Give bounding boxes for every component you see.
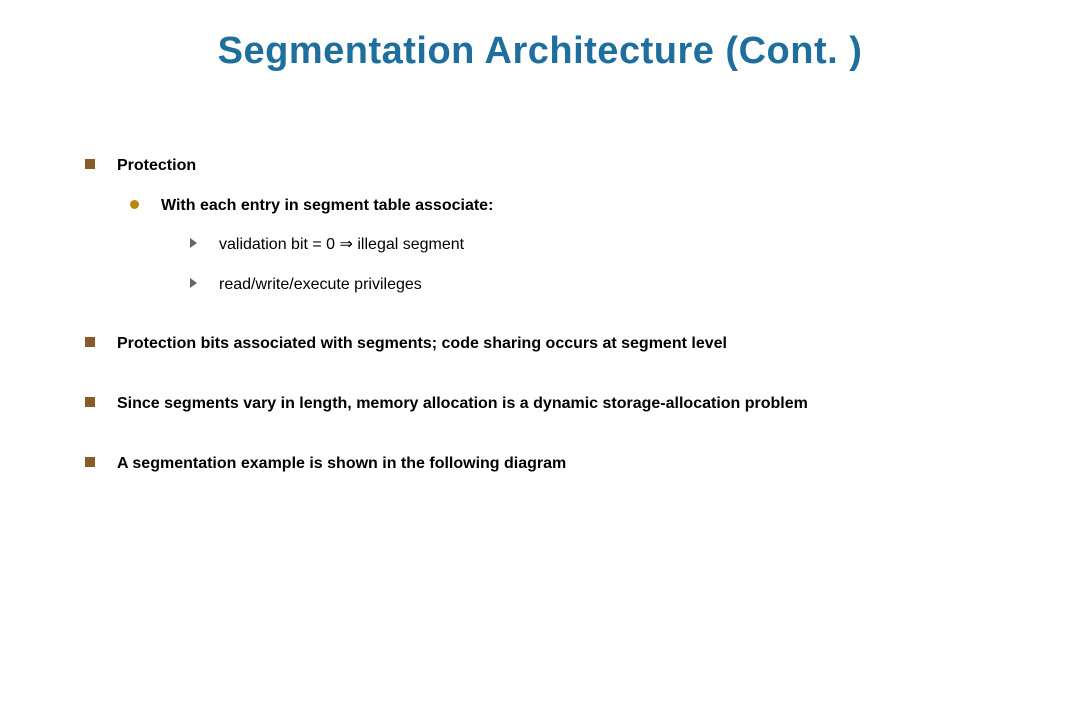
disc-bullet-icon bbox=[130, 200, 139, 209]
bullet-level1: Since segments vary in length, memory al… bbox=[85, 393, 1005, 415]
triangle-bullet-icon bbox=[190, 238, 197, 248]
bullet-text: Since segments vary in length, memory al… bbox=[117, 393, 808, 415]
bullet-text: Protection bits associated with segments… bbox=[117, 333, 727, 355]
bullet-level2: With each entry in segment table associa… bbox=[130, 195, 1005, 217]
square-bullet-icon bbox=[85, 457, 95, 467]
bullet-level1: A segmentation example is shown in the f… bbox=[85, 453, 1005, 475]
slide-title: Segmentation Architecture (Cont. ) bbox=[0, 30, 1080, 73]
bullet-text: validation bit = 0 ⇒ illegal segment bbox=[219, 234, 464, 256]
bullet-level3: read/write/execute privileges bbox=[190, 274, 1005, 296]
bullet-level1: Protection bits associated with segments… bbox=[85, 333, 1005, 355]
bullet-level1: Protection bbox=[85, 155, 1005, 177]
square-bullet-icon bbox=[85, 397, 95, 407]
bullet-text: read/write/execute privileges bbox=[219, 274, 422, 296]
square-bullet-icon bbox=[85, 159, 95, 169]
triangle-bullet-icon bbox=[190, 278, 197, 288]
slide: Segmentation Architecture (Cont. ) Prote… bbox=[0, 0, 1080, 720]
square-bullet-icon bbox=[85, 337, 95, 347]
bullet-text: A segmentation example is shown in the f… bbox=[117, 453, 566, 475]
bullet-text: Protection bbox=[117, 155, 196, 177]
bullet-level3: validation bit = 0 ⇒ illegal segment bbox=[190, 234, 1005, 256]
bullet-text: With each entry in segment table associa… bbox=[161, 195, 493, 217]
slide-body: Protection With each entry in segment ta… bbox=[85, 155, 1005, 484]
